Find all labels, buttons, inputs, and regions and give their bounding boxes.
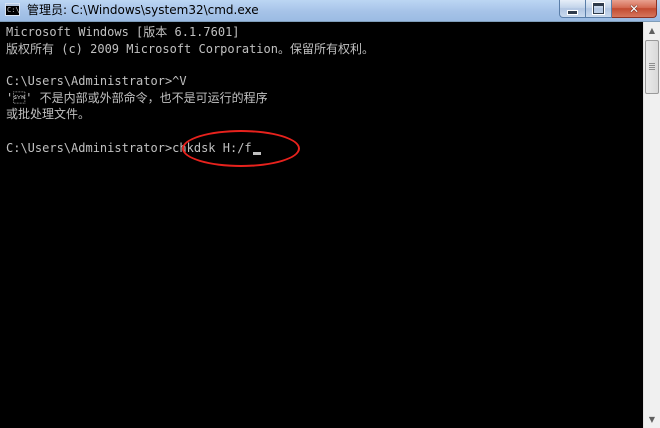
console-line: C:\Users\Administrator>^V bbox=[6, 74, 187, 88]
cmd-icon[interactable]: C:\ bbox=[5, 3, 20, 16]
close-icon: ✕ bbox=[628, 1, 640, 16]
maximize-icon bbox=[593, 3, 604, 14]
minimize-icon bbox=[567, 9, 578, 15]
console-line: Microsoft Windows [版本 6.1.7601] bbox=[6, 25, 240, 39]
console-line: 版权所有 (c) 2009 Microsoft Corporation。保留所有… bbox=[6, 42, 374, 56]
prompt-text: C:\Users\Administrator> bbox=[6, 141, 173, 155]
grip-icon bbox=[649, 63, 655, 71]
scroll-up-button[interactable]: ▲ bbox=[644, 22, 660, 39]
scroll-down-button[interactable]: ▼ bbox=[644, 411, 660, 428]
caption-buttons: ✕ bbox=[559, 0, 657, 18]
minimize-button[interactable] bbox=[559, 0, 586, 18]
arrow-up-icon: ▲ bbox=[648, 26, 656, 35]
console-output[interactable]: Microsoft Windows [版本 6.1.7601] 版权所有 (c)… bbox=[0, 22, 643, 428]
title-bar[interactable]: C:\ 管理员: C:\Windows\system32\cmd.exe ✕ bbox=[0, 0, 660, 22]
vertical-scrollbar[interactable]: ▲ ▼ bbox=[643, 22, 660, 428]
close-button[interactable]: ✕ bbox=[612, 0, 657, 18]
cmd-window: C:\ 管理员: C:\Windows\system32\cmd.exe ✕ M… bbox=[0, 0, 660, 428]
scroll-thumb[interactable] bbox=[645, 40, 659, 94]
annotation-circle bbox=[182, 130, 300, 167]
cmd-icon-glyph: C:\ bbox=[7, 6, 20, 14]
console-line: 或批处理文件。 bbox=[6, 107, 91, 121]
arrow-down-icon: ▼ bbox=[648, 415, 656, 424]
maximize-button[interactable] bbox=[586, 0, 612, 18]
window-title: 管理员: C:\Windows\system32\cmd.exe bbox=[27, 3, 259, 17]
console-line: '' 不是内部或外部命令，也不是可运行的程序 bbox=[6, 91, 268, 105]
